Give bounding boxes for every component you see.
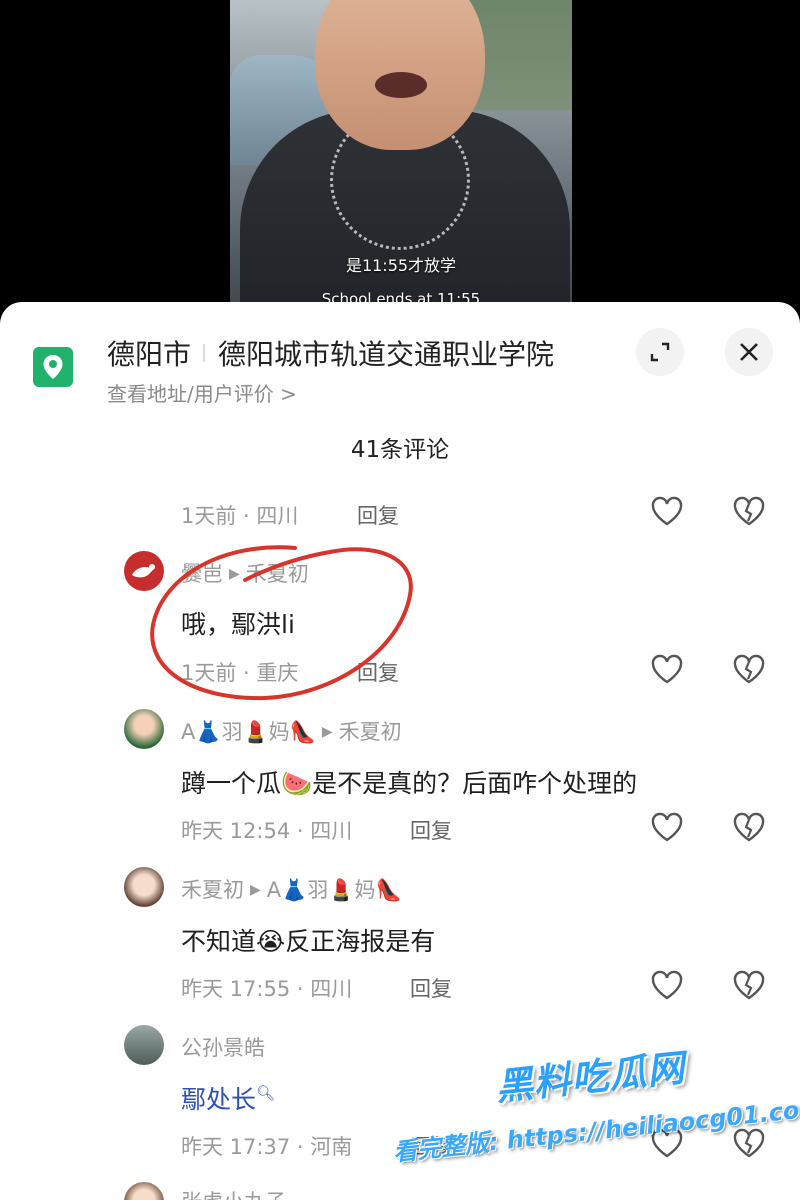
dislike-icon[interactable] — [733, 496, 765, 526]
like-icon[interactable] — [651, 812, 683, 842]
video-subtitle-cn: 是11:55才放学 — [345, 256, 457, 275]
avatar[interactable] — [124, 551, 164, 591]
video-player[interactable]: 是11:55才放学 School ends at 11:55 — [230, 0, 572, 320]
location-place[interactable]: 德阳城市轨道交通职业学院 — [218, 333, 554, 373]
comment-link-text[interactable]: 鄢处长 — [181, 1085, 256, 1114]
comment-username[interactable]: 张虎小丸子 — [181, 1190, 286, 1200]
close-button[interactable] — [725, 328, 773, 376]
dislike-icon[interactable] — [733, 654, 765, 684]
comment-user: 禾夏初 ▶ A👗羽💄妈👠 — [181, 874, 402, 904]
dislike-icon[interactable] — [733, 812, 765, 842]
dislike-icon[interactable] — [733, 1128, 765, 1158]
expand-icon — [650, 342, 670, 362]
comment-user: 爨岜 ▶ 禾夏初 — [181, 558, 309, 588]
search-icon[interactable]: 🔍︎ — [256, 1084, 275, 1102]
reply-button[interactable]: 回复 — [357, 657, 399, 687]
like-icon[interactable] — [651, 654, 683, 684]
comment-username[interactable]: A👗羽💄妈👠 — [181, 720, 316, 744]
avatar[interactable] — [124, 1182, 164, 1200]
comment-meta: 昨天 17:37 · 河南 — [181, 1135, 353, 1159]
comment-meta: 1天前 · 重庆 — [181, 661, 299, 685]
avatar[interactable] — [124, 1025, 164, 1065]
reply-target-user[interactable]: A👗羽💄妈👠 — [267, 878, 402, 902]
reply-arrow-icon: ▶ — [250, 882, 261, 898]
location-details-link[interactable]: 查看地址/用户评价 > — [107, 378, 297, 407]
comment-user: A👗羽💄妈👠 ▶ 禾夏初 — [181, 716, 402, 746]
comment-text: 哦，鄢洪li — [181, 610, 295, 639]
reply-arrow-icon: ▶ — [321, 724, 333, 740]
comment-username[interactable]: 公孙景皓 — [181, 1036, 265, 1060]
comment-meta: 1天前 · 四川 — [181, 504, 299, 528]
comment-username[interactable]: 爨岜 — [181, 562, 223, 586]
location-divider — [203, 344, 205, 362]
comment-meta: 昨天 17:55 · 四川 — [181, 977, 353, 1001]
reply-button[interactable]: 回复 — [410, 815, 452, 845]
comment-text: 鄢处长🔍︎ — [181, 1080, 275, 1116]
avatar[interactable] — [124, 709, 164, 749]
comment-count: 41条评论 — [350, 437, 450, 463]
like-icon[interactable] — [651, 970, 683, 1000]
reply-arrow-icon: ▶ — [229, 566, 240, 582]
reply-button[interactable]: 回复 — [410, 973, 452, 1003]
comment-text: 蹲一个瓜🍉是不是真的？后面咋个处理的 — [181, 769, 638, 798]
location-pin-icon[interactable] — [33, 347, 73, 387]
person-mouth — [375, 72, 427, 98]
comment-text: 不知道😭反正海报是有 — [181, 927, 436, 956]
expand-button[interactable] — [636, 328, 684, 376]
avatar[interactable] — [124, 867, 164, 907]
comment-username[interactable]: 禾夏初 — [181, 878, 244, 902]
comment-user: 公孙景皓 — [181, 1032, 265, 1062]
reply-target-user[interactable]: 禾夏初 — [246, 562, 309, 586]
location-city[interactable]: 德阳市 — [107, 333, 191, 373]
reply-target-user[interactable]: 禾夏初 — [339, 720, 402, 744]
close-icon — [740, 343, 758, 361]
like-icon[interactable] — [651, 496, 683, 526]
comment-user: 张虎小丸子 — [181, 1186, 286, 1200]
dislike-icon[interactable] — [733, 970, 765, 1000]
comment-meta: 昨天 12:54 · 四川 — [181, 819, 353, 843]
reply-button[interactable]: 回复 — [357, 500, 399, 530]
